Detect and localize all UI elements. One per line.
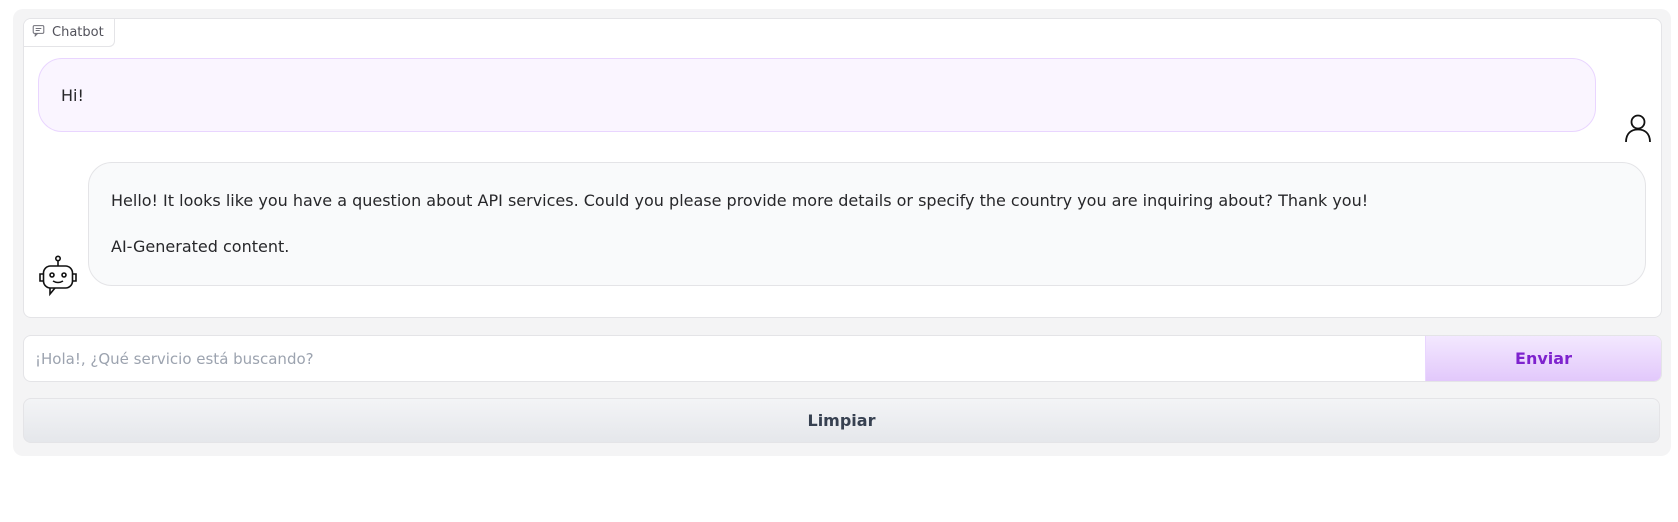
clear-button[interactable]: Limpiar (23, 398, 1660, 443)
bot-message-paragraph: Hello! It looks like you have a question… (111, 191, 1369, 210)
bot-message: Hello! It looks like you have a question… (88, 162, 1646, 286)
chatbot-panel: Chatbot Hi! Hello! It looks like you hav… (23, 18, 1662, 318)
robot-icon (37, 255, 79, 299)
app-container: Chatbot Hi! Hello! It looks like you hav… (13, 9, 1671, 456)
user-icon (1621, 112, 1655, 146)
send-button[interactable]: Enviar (1425, 336, 1661, 381)
user-message-text: Hi! (61, 85, 84, 105)
message-input-row: Enviar (23, 335, 1662, 382)
message-input[interactable] (24, 336, 1425, 381)
bot-message-paragraph: AI-Generated content. (111, 237, 290, 256)
chatbot-label: Chatbot (24, 19, 115, 47)
user-message: Hi! (38, 58, 1596, 132)
chatbot-label-text: Chatbot (52, 25, 104, 40)
chat-bubble-icon (32, 24, 45, 41)
